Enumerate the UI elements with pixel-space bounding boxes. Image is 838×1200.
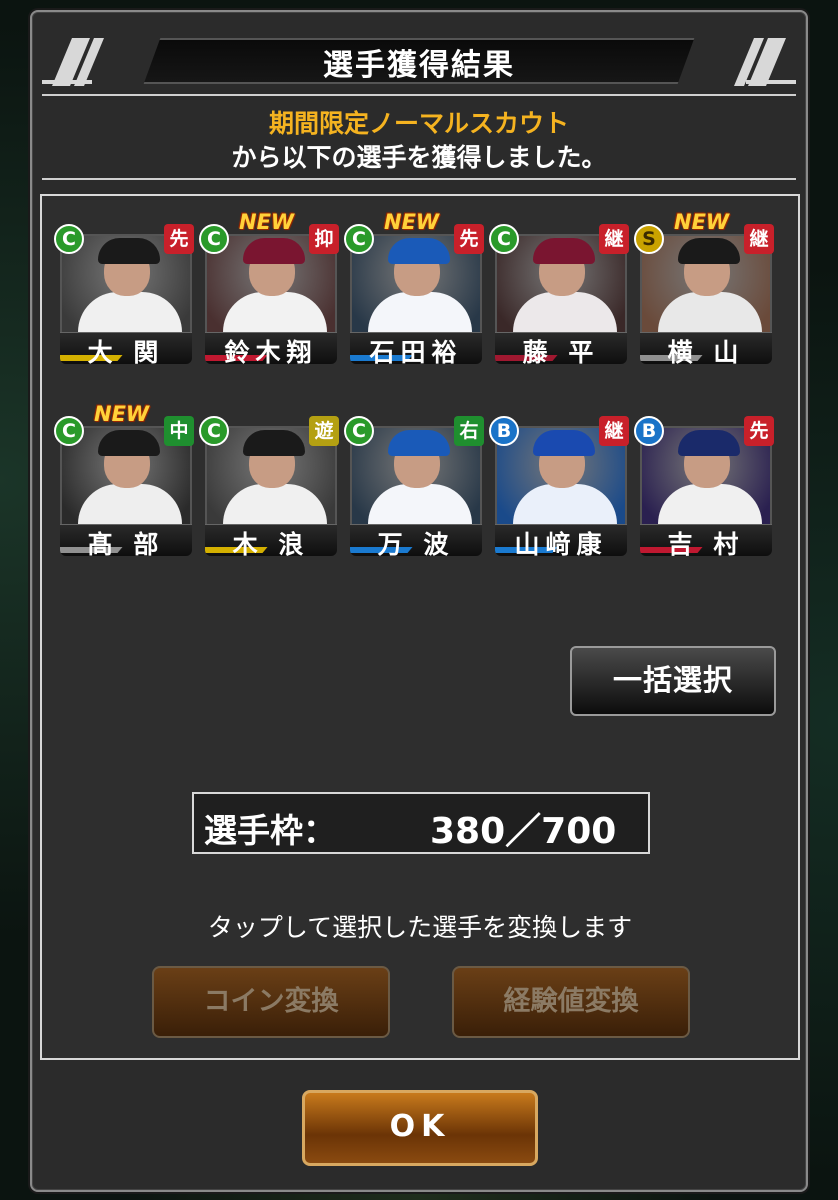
player-name: 吉 村 bbox=[667, 530, 745, 556]
player-name: 鈴木翔 bbox=[224, 338, 318, 364]
player-card[interactable]: 石田裕 C 先 NEW bbox=[344, 210, 484, 364]
player-card[interactable]: 木 浪 C 遊 bbox=[199, 416, 339, 556]
player-cap bbox=[243, 430, 305, 456]
result-message: から以下の選手を獲得しました。 bbox=[231, 143, 607, 172]
player-card[interactable]: 万 波 C 右 bbox=[344, 416, 484, 556]
new-tag: NEW bbox=[239, 210, 295, 234]
new-tag: NEW bbox=[94, 402, 150, 426]
divider bbox=[42, 94, 796, 96]
position-badge: 継 bbox=[599, 224, 629, 254]
position-badge: 先 bbox=[164, 224, 194, 254]
player-slots-label: 選手枠： bbox=[204, 811, 336, 850]
scout-name: 期間限定ノーマルスカウト bbox=[268, 109, 569, 138]
position-badge: 先 bbox=[454, 224, 484, 254]
convert-hint: タップして選択した選手を変換します bbox=[207, 913, 633, 942]
player-card[interactable]: 吉 村 B 先 bbox=[634, 416, 774, 556]
player-card[interactable]: 髙 部 C 中 NEW bbox=[54, 402, 194, 556]
player-name: 石田裕 bbox=[369, 338, 463, 364]
player-cap bbox=[388, 238, 450, 264]
player-name: 藤 平 bbox=[522, 338, 600, 364]
rank-badge: S bbox=[634, 224, 664, 254]
player-name-bar: 横 山 bbox=[640, 332, 772, 364]
player-cap bbox=[678, 430, 740, 456]
rank-badge: C bbox=[54, 224, 84, 254]
player-name-bar: 鈴木翔 bbox=[205, 332, 337, 364]
player-card[interactable]: 大 関 C 先 bbox=[54, 224, 194, 364]
divider bbox=[42, 178, 796, 180]
dialog-title: 選手獲得結果 bbox=[323, 48, 515, 83]
bulk-select-button[interactable]: 一括選択 bbox=[570, 646, 776, 716]
player-name: 大 関 bbox=[87, 338, 165, 364]
player-cap bbox=[678, 238, 740, 264]
player-name-bar: 木 浪 bbox=[205, 524, 337, 556]
position-badge: 先 bbox=[744, 416, 774, 446]
player-slots-value: 380／700 bbox=[430, 811, 617, 852]
title-bar: 選手獲得結果 bbox=[42, 34, 796, 90]
new-tag: NEW bbox=[384, 210, 440, 234]
exp-convert-button[interactable]: 経験値変換 bbox=[452, 966, 690, 1038]
player-cap bbox=[98, 430, 160, 456]
player-card[interactable]: 山﨑康 B 継 bbox=[489, 416, 629, 556]
acquired-players-panel: 大 関 C 先鈴木翔 C 抑 NEW 石田裕 C 先 NEW 藤 平C継横 山 S 継 NEW 髙 部C中N… bbox=[40, 194, 800, 1060]
player-name-bar: 万 波 bbox=[350, 524, 482, 556]
rank-badge: C bbox=[199, 224, 229, 254]
player-name: 木 浪 bbox=[232, 530, 310, 556]
position-badge: 遊 bbox=[309, 416, 339, 446]
player-cap bbox=[533, 430, 595, 456]
player-name: 山﨑康 bbox=[514, 530, 608, 556]
ok-button[interactable]: OK bbox=[302, 1090, 538, 1166]
player-cap bbox=[98, 238, 160, 264]
player-name: 横 山 bbox=[667, 338, 745, 364]
position-badge: 継 bbox=[599, 416, 629, 446]
rank-badge: C bbox=[199, 416, 229, 446]
player-cap bbox=[388, 430, 450, 456]
player-cap bbox=[533, 238, 595, 264]
title-stripe-right-icon bbox=[734, 38, 796, 86]
rank-badge: B bbox=[634, 416, 664, 446]
player-card[interactable]: 横 山 S 継 NEW bbox=[634, 210, 774, 364]
player-name-bar: 髙 部 bbox=[60, 524, 192, 556]
rank-badge: C bbox=[344, 416, 374, 446]
position-badge: 右 bbox=[454, 416, 484, 446]
player-name: 万 波 bbox=[377, 530, 455, 556]
player-name: 髙 部 bbox=[87, 530, 165, 556]
position-badge: 抑 bbox=[309, 224, 339, 254]
coin-convert-button[interactable]: コイン変換 bbox=[152, 966, 390, 1038]
position-badge: 継 bbox=[744, 224, 774, 254]
player-cap bbox=[243, 238, 305, 264]
player-name-bar: 石田裕 bbox=[350, 332, 482, 364]
player-card[interactable]: 藤 平 C 継 bbox=[489, 224, 629, 364]
player-name-bar: 山﨑康 bbox=[495, 524, 627, 556]
rank-badge: C bbox=[344, 224, 374, 254]
rank-badge: C bbox=[489, 224, 519, 254]
player-slots-box: 選手枠： 380／700 bbox=[192, 792, 650, 854]
rank-badge: C bbox=[54, 416, 84, 446]
player-card[interactable]: 鈴木翔 C 抑 NEW bbox=[199, 210, 339, 364]
player-name-bar: 吉 村 bbox=[640, 524, 772, 556]
new-tag: NEW bbox=[674, 210, 730, 234]
result-dialog: 選手獲得結果 期間限定ノーマルスカウト から以下の選手を獲得しました。 大 関 C… bbox=[30, 10, 808, 1192]
position-badge: 中 bbox=[164, 416, 194, 446]
player-name-bar: 藤 平 bbox=[495, 332, 627, 364]
player-name-bar: 大 関 bbox=[60, 332, 192, 364]
rank-badge: B bbox=[489, 416, 519, 446]
